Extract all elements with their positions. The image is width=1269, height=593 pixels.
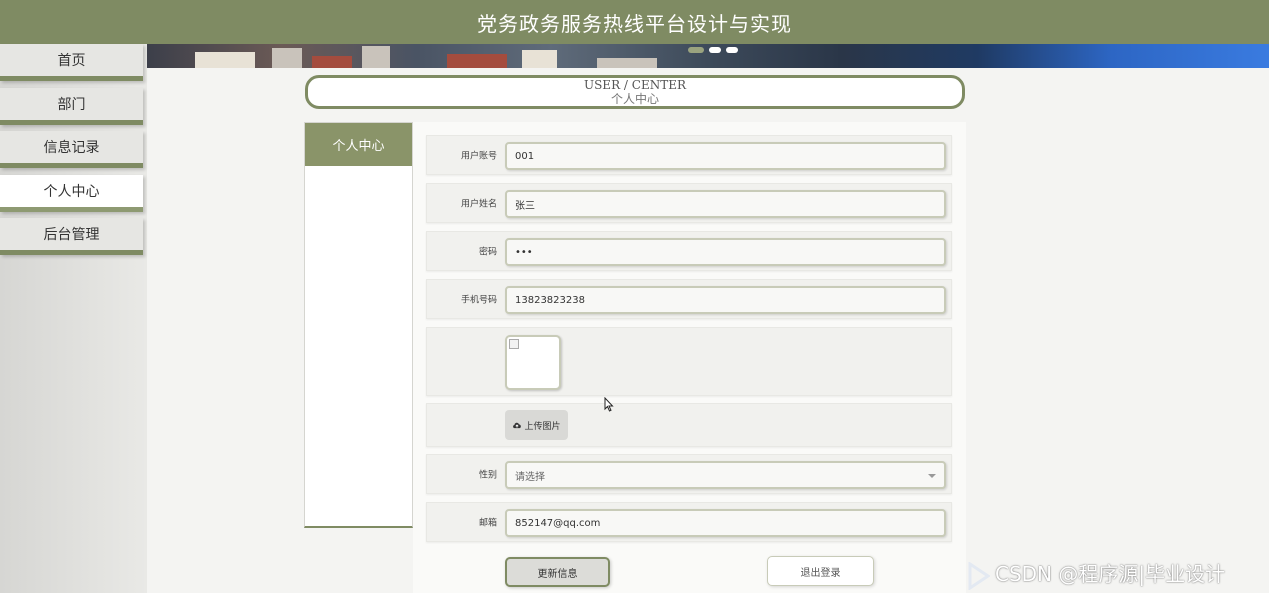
- upload-image-button[interactable]: 上传图片: [505, 410, 568, 440]
- password-label: 密码: [478, 247, 497, 258]
- password-value: •••: [515, 246, 533, 258]
- logout-button[interactable]: 退出登录: [767, 556, 874, 586]
- gender-label: 性别: [478, 470, 497, 481]
- mouse-cursor-icon: [604, 397, 614, 412]
- top-header: 党务政务服务热线平台设计与实现: [0, 0, 1269, 44]
- watermark-text: CSDN @程序源|毕业设计: [995, 562, 1226, 586]
- broken-image-icon: [509, 339, 519, 349]
- account-value: 001: [515, 150, 535, 162]
- carousel-dot[interactable]: [709, 47, 721, 53]
- site-title: 党务政务服务热线平台设计与实现: [477, 11, 792, 36]
- sidebar-item-personal-center[interactable]: 个人中心: [0, 175, 143, 212]
- sidebar-item-info-records[interactable]: 信息记录: [0, 131, 143, 168]
- name-label: 用户姓名: [460, 199, 497, 210]
- sidebar: 首页 部门 信息记录 个人中心 后台管理: [0, 44, 147, 593]
- page-heading: USER / CENTER 个人中心: [305, 75, 965, 109]
- profile-form: 用户账号 001 用户姓名 张三 密码 ••• 手机号码 13823823238…: [413, 122, 966, 593]
- form-row-gender: 性别 请选择: [426, 454, 952, 494]
- sidebar-item-admin[interactable]: 后台管理: [0, 218, 143, 255]
- form-row-upload: 上传图片: [426, 403, 952, 447]
- phone-label: 手机号码: [460, 295, 497, 306]
- email-input[interactable]: 852147@qq.com: [505, 509, 946, 537]
- banner-building: [447, 54, 507, 68]
- phone-value: 13823823238: [515, 294, 585, 306]
- personal-center-menu: 个人中心: [304, 122, 413, 528]
- email-label: 邮箱: [478, 518, 497, 529]
- carousel-dot[interactable]: [726, 47, 738, 53]
- upload-image-label: 上传图片: [524, 421, 561, 432]
- name-value: 张三: [515, 200, 535, 212]
- sidebar-item-department[interactable]: 部门: [0, 88, 143, 125]
- update-info-button[interactable]: 更新信息: [505, 557, 610, 587]
- form-row-name: 用户姓名 张三: [426, 183, 952, 223]
- account-input[interactable]: 001: [505, 142, 946, 170]
- carousel-dots: [688, 47, 738, 53]
- banner-building: [522, 50, 557, 68]
- form-row-phone: 手机号码 13823823238: [426, 279, 952, 319]
- banner-building: [272, 48, 302, 68]
- chevron-down-icon: [928, 474, 936, 478]
- password-input[interactable]: •••: [505, 238, 946, 266]
- banner-building: [312, 56, 352, 68]
- gender-placeholder: 请选择: [515, 471, 545, 483]
- form-row-email: 邮箱 852147@qq.com: [426, 502, 952, 542]
- form-row-account: 用户账号 001: [426, 135, 952, 175]
- watermark-logo-icon: [968, 562, 990, 590]
- phone-input[interactable]: 13823823238: [505, 286, 946, 314]
- cloud-upload-icon: [513, 422, 522, 429]
- banner-building: [195, 52, 255, 68]
- form-row-password: 密码 •••: [426, 231, 952, 271]
- tab-personal-center[interactable]: 个人中心: [305, 123, 412, 166]
- page-heading-en: USER / CENTER: [583, 78, 687, 92]
- banner-building: [597, 58, 657, 68]
- name-input[interactable]: 张三: [505, 190, 946, 218]
- account-label: 用户账号: [460, 151, 497, 162]
- email-value: 852147@qq.com: [515, 517, 601, 529]
- gender-select[interactable]: 请选择: [505, 461, 946, 489]
- carousel-dot[interactable]: [688, 47, 704, 53]
- sidebar-item-home[interactable]: 首页: [0, 44, 143, 81]
- form-row-avatar: [426, 327, 952, 396]
- banner-building: [362, 46, 390, 68]
- page-heading-zh: 个人中心: [610, 92, 659, 106]
- avatar-image: [505, 335, 561, 390]
